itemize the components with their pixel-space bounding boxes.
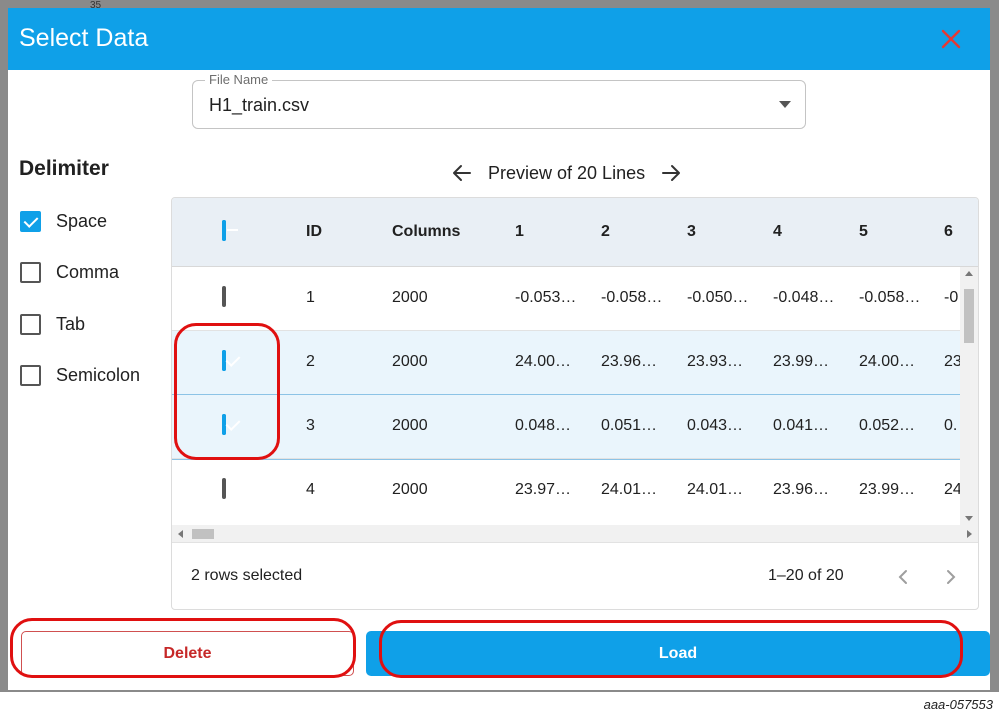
table-cell: -0: [944, 289, 959, 306]
table-cell: 23.99…: [859, 481, 916, 498]
comma-checkbox[interactable]: [20, 261, 41, 283]
table-cell: 24.01…: [687, 481, 744, 498]
table-cell: 0.051…: [601, 417, 658, 434]
arrow-left-icon[interactable]: [450, 161, 474, 185]
delimiter-option-label: Space: [56, 210, 108, 231]
scroll-down-icon[interactable]: [965, 516, 973, 521]
file-name-select[interactable]: File Name H1_train.csv: [192, 72, 806, 129]
table-cell: 0.043…: [687, 417, 744, 434]
delete-button[interactable]: Delete: [21, 631, 354, 676]
space-checkbox[interactable]: [20, 210, 41, 232]
figure-id-caption: aaa-057553: [923, 697, 993, 712]
table-cell: 2000: [392, 417, 428, 434]
table-cell: 2000: [392, 353, 428, 370]
table-cell: 23.99…: [773, 353, 830, 370]
table-cell: 24.00…: [859, 353, 916, 370]
table-cell: -0.058…: [601, 289, 663, 306]
table-cell: 23.96…: [601, 353, 658, 370]
table-cell: -0.050…: [687, 289, 749, 306]
table-cell: 1: [306, 289, 315, 306]
delimiter-heading: Delimiter: [19, 157, 109, 180]
row-checkbox[interactable]: [222, 350, 226, 371]
vertical-scroll-thumb[interactable]: [964, 289, 974, 343]
grid-header: ID Columns 1 2 3 4 5 6: [172, 198, 978, 267]
table-cell: 0.041…: [773, 417, 830, 434]
scroll-up-icon[interactable]: [965, 271, 973, 276]
column-header-6[interactable]: 6: [944, 223, 953, 241]
close-icon[interactable]: [934, 22, 968, 56]
tab-checkbox[interactable]: [20, 313, 41, 335]
table-cell: 0.: [944, 417, 958, 434]
table-row[interactable]: 4 2000 23.97… 24.01… 24.01… 23.96… 23.99…: [172, 459, 962, 525]
arrow-right-icon[interactable]: [659, 161, 683, 185]
table-cell: 0.052…: [859, 417, 916, 434]
table-cell: 2000: [392, 481, 428, 498]
row-checkbox[interactable]: [222, 414, 226, 435]
file-name-value: H1_train.csv: [209, 95, 310, 115]
table-row[interactable]: 2 2000 24.00… 23.96… 23.93… 23.99… 24.00…: [172, 331, 962, 395]
semicolon-checkbox[interactable]: [20, 364, 41, 386]
column-header-3[interactable]: 3: [687, 223, 696, 241]
table-cell: 2000: [392, 289, 428, 306]
column-header-1[interactable]: 1: [515, 223, 524, 241]
select-data-dialog: Select Data File Name H1_train.csv Delim…: [8, 8, 990, 690]
column-header-4[interactable]: 4: [773, 223, 782, 241]
table-cell: 23.93…: [687, 353, 744, 370]
file-name-label: File Name: [205, 72, 273, 87]
delimiter-option-tab[interactable]: Tab: [20, 312, 85, 336]
delimiter-option-comma[interactable]: Comma: [20, 260, 119, 284]
grid-footer: 2 rows selected 1–20 of 20: [172, 544, 978, 609]
preview-title: Preview of 20 Lines: [488, 162, 646, 183]
column-header-id[interactable]: ID: [306, 223, 322, 241]
table-cell: 3: [306, 417, 315, 434]
table-cell: 2: [306, 353, 315, 370]
table-cell: 0.048…: [515, 417, 572, 434]
column-header-2[interactable]: 2: [601, 223, 610, 241]
table-cell: -0.053…: [515, 289, 577, 306]
previous-page-icon[interactable]: [892, 566, 914, 588]
table-cell: -0.058…: [859, 289, 921, 306]
table-row[interactable]: 3 2000 0.048… 0.051… 0.043… 0.041… 0.052…: [172, 394, 961, 460]
row-checkbox[interactable]: [222, 286, 226, 307]
table-cell: 23.97…: [515, 481, 572, 498]
table-row[interactable]: 1 2000 -0.053… -0.058… -0.050… -0.048… -…: [172, 267, 960, 331]
scroll-right-icon[interactable]: [967, 530, 972, 538]
table-cell: -0.048…: [773, 289, 835, 306]
column-header-columns[interactable]: Columns: [392, 223, 460, 241]
pagination-range: 1–20 of 20: [768, 567, 844, 584]
horizontal-scrollbar[interactable]: [172, 525, 978, 543]
dropdown-caret-icon[interactable]: [779, 101, 791, 108]
table-cell: 23.96…: [773, 481, 830, 498]
dialog-title: Select Data: [19, 24, 149, 52]
rows-selected-count: 2 rows selected: [191, 567, 303, 584]
vertical-scrollbar[interactable]: [960, 267, 978, 525]
next-page-icon[interactable]: [940, 566, 962, 588]
dialog-titlebar: Select Data: [8, 8, 990, 70]
column-header-5[interactable]: 5: [859, 223, 868, 241]
delimiter-option-label: Semicolon: [56, 364, 141, 385]
table-cell: 24.00…: [515, 353, 572, 370]
table-cell: 24.01…: [601, 481, 658, 498]
delimiter-option-label: Comma: [56, 261, 120, 282]
horizontal-scroll-thumb[interactable]: [192, 529, 214, 539]
scroll-left-icon[interactable]: [178, 530, 183, 538]
data-preview-grid: ID Columns 1 2 3 4 5 6 1 2000 -0.053… -0…: [171, 197, 979, 610]
load-button[interactable]: Load: [366, 631, 990, 676]
row-checkbox[interactable]: [222, 478, 226, 499]
delimiter-option-space[interactable]: Space: [20, 209, 107, 233]
delimiter-option-semicolon[interactable]: Semicolon: [20, 363, 140, 387]
table-cell: 4: [306, 481, 315, 498]
delimiter-option-label: Tab: [56, 313, 86, 334]
select-all-checkbox[interactable]: [222, 220, 226, 241]
preview-navigation: Preview of 20 Lines: [450, 160, 683, 186]
